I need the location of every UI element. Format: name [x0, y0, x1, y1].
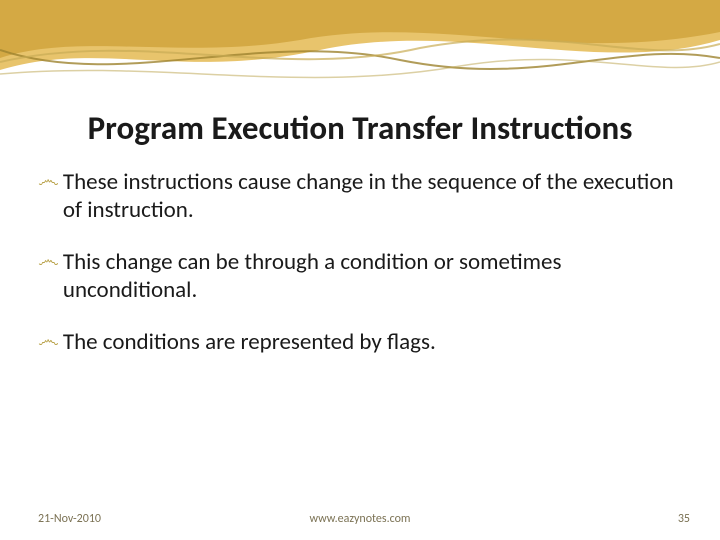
bullet-text: These instructions cause change in the s… [63, 168, 682, 224]
curl-bullet-icon: ෴ [38, 168, 63, 192]
curl-bullet-icon: ෴ [38, 248, 63, 272]
curl-bullet-icon: ෴ [38, 328, 63, 352]
footer-page-number: 35 [678, 512, 690, 526]
list-item: ෴ The conditions are represented by flag… [38, 328, 682, 356]
list-item: ෴ These instructions cause change in the… [38, 168, 682, 224]
slide-body: Program Execution Transfer Instructions … [0, 0, 720, 540]
footer-date: 21-Nov-2010 [38, 512, 101, 526]
bullet-text: This change can be through a condition o… [63, 248, 682, 304]
page-title: Program Execution Transfer Instructions [38, 110, 682, 146]
bullet-text: The conditions are represented by flags. [63, 328, 436, 356]
list-item: ෴ This change can be through a condition… [38, 248, 682, 304]
footer-site: www.eazynotes.com [310, 512, 411, 526]
bullet-list: ෴ These instructions cause change in the… [38, 168, 682, 356]
